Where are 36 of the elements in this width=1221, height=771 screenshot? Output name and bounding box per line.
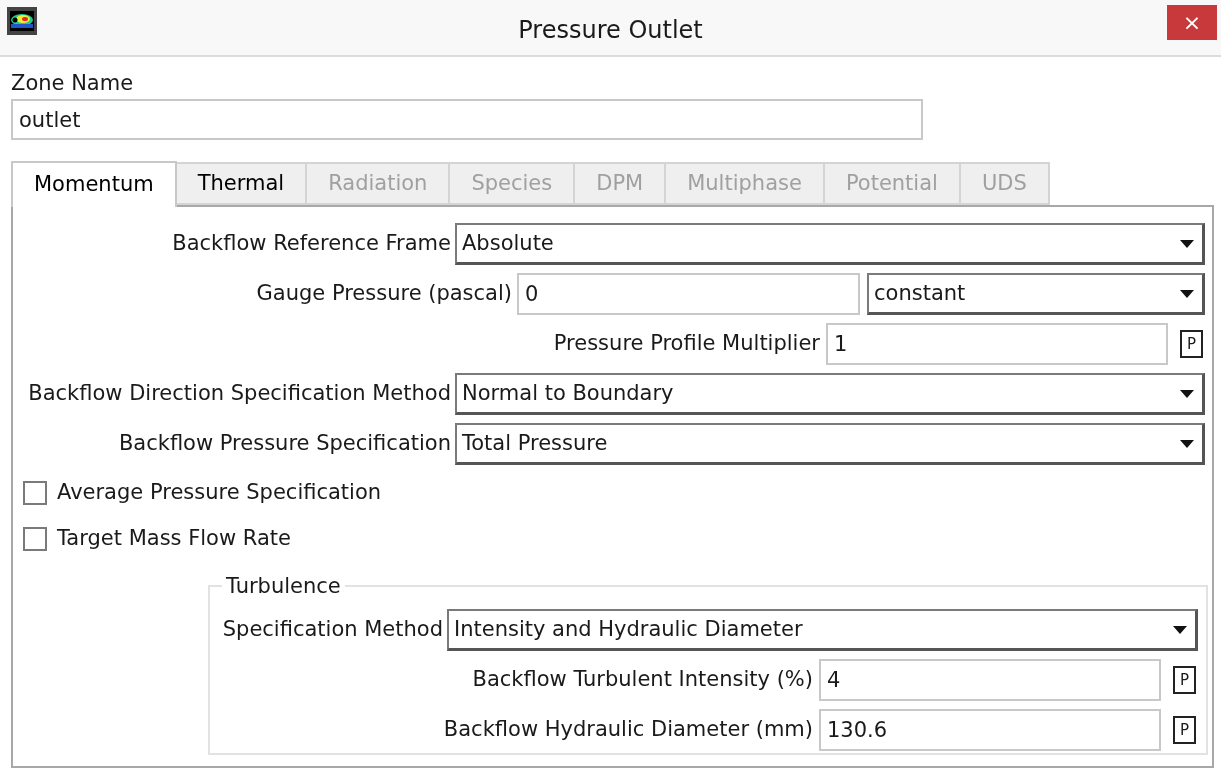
zone-name-label: Zone Name (11, 70, 135, 97)
caret-icon (1180, 289, 1194, 298)
input-field[interactable]: 1 (826, 323, 1168, 365)
dropdown[interactable]: constant (867, 273, 1205, 315)
window-title: Pressure Outlet (518, 15, 703, 46)
checkbox[interactable] (23, 481, 47, 505)
field-label: Backflow Reference Frame (171, 230, 452, 258)
app-icon (7, 6, 37, 35)
dropdown[interactable]: Absolute (455, 223, 1205, 265)
caret-icon (1180, 439, 1194, 448)
profile-button[interactable]: P (1173, 716, 1196, 744)
dropdown[interactable]: Normal to Boundary (455, 373, 1205, 415)
field-label: Gauge Pressure (pascal) (255, 280, 513, 308)
field-label: Specification Method (221, 616, 444, 644)
profile-button[interactable]: P (1180, 330, 1203, 358)
dropdown[interactable]: Total Pressure (455, 423, 1205, 465)
tab[interactable]: Momentum (11, 161, 177, 207)
checkbox-label: Average Pressure Specification (57, 479, 382, 507)
field-label: Pressure Profile Multiplier (553, 330, 821, 358)
caret-icon (1180, 389, 1194, 398)
checkbox-label: Target Mass Flow Rate (57, 525, 291, 553)
field-label: Backflow Pressure Specification (117, 430, 452, 458)
dropdown[interactable]: Intensity and Hydraulic Diameter (447, 609, 1198, 651)
checkbox[interactable] (23, 527, 47, 551)
field-label: Backflow Direction Specification Method (27, 380, 452, 408)
field-label: Backflow Turbulent Intensity (%) (472, 666, 814, 694)
caret-icon (1180, 239, 1194, 248)
field-label: Backflow Hydraulic Diameter (mm) (443, 716, 814, 744)
caret-icon (1173, 625, 1187, 634)
input-field[interactable]: 130.6 (819, 709, 1161, 751)
tab[interactable]: Thermal (174, 162, 308, 205)
profile-button[interactable]: P (1173, 666, 1196, 694)
input-field[interactable]: 0 (517, 273, 860, 315)
close-button[interactable]: × (1167, 5, 1217, 40)
zone-name-field[interactable]: outlet (11, 99, 923, 140)
input-field[interactable]: 4 (819, 659, 1161, 701)
